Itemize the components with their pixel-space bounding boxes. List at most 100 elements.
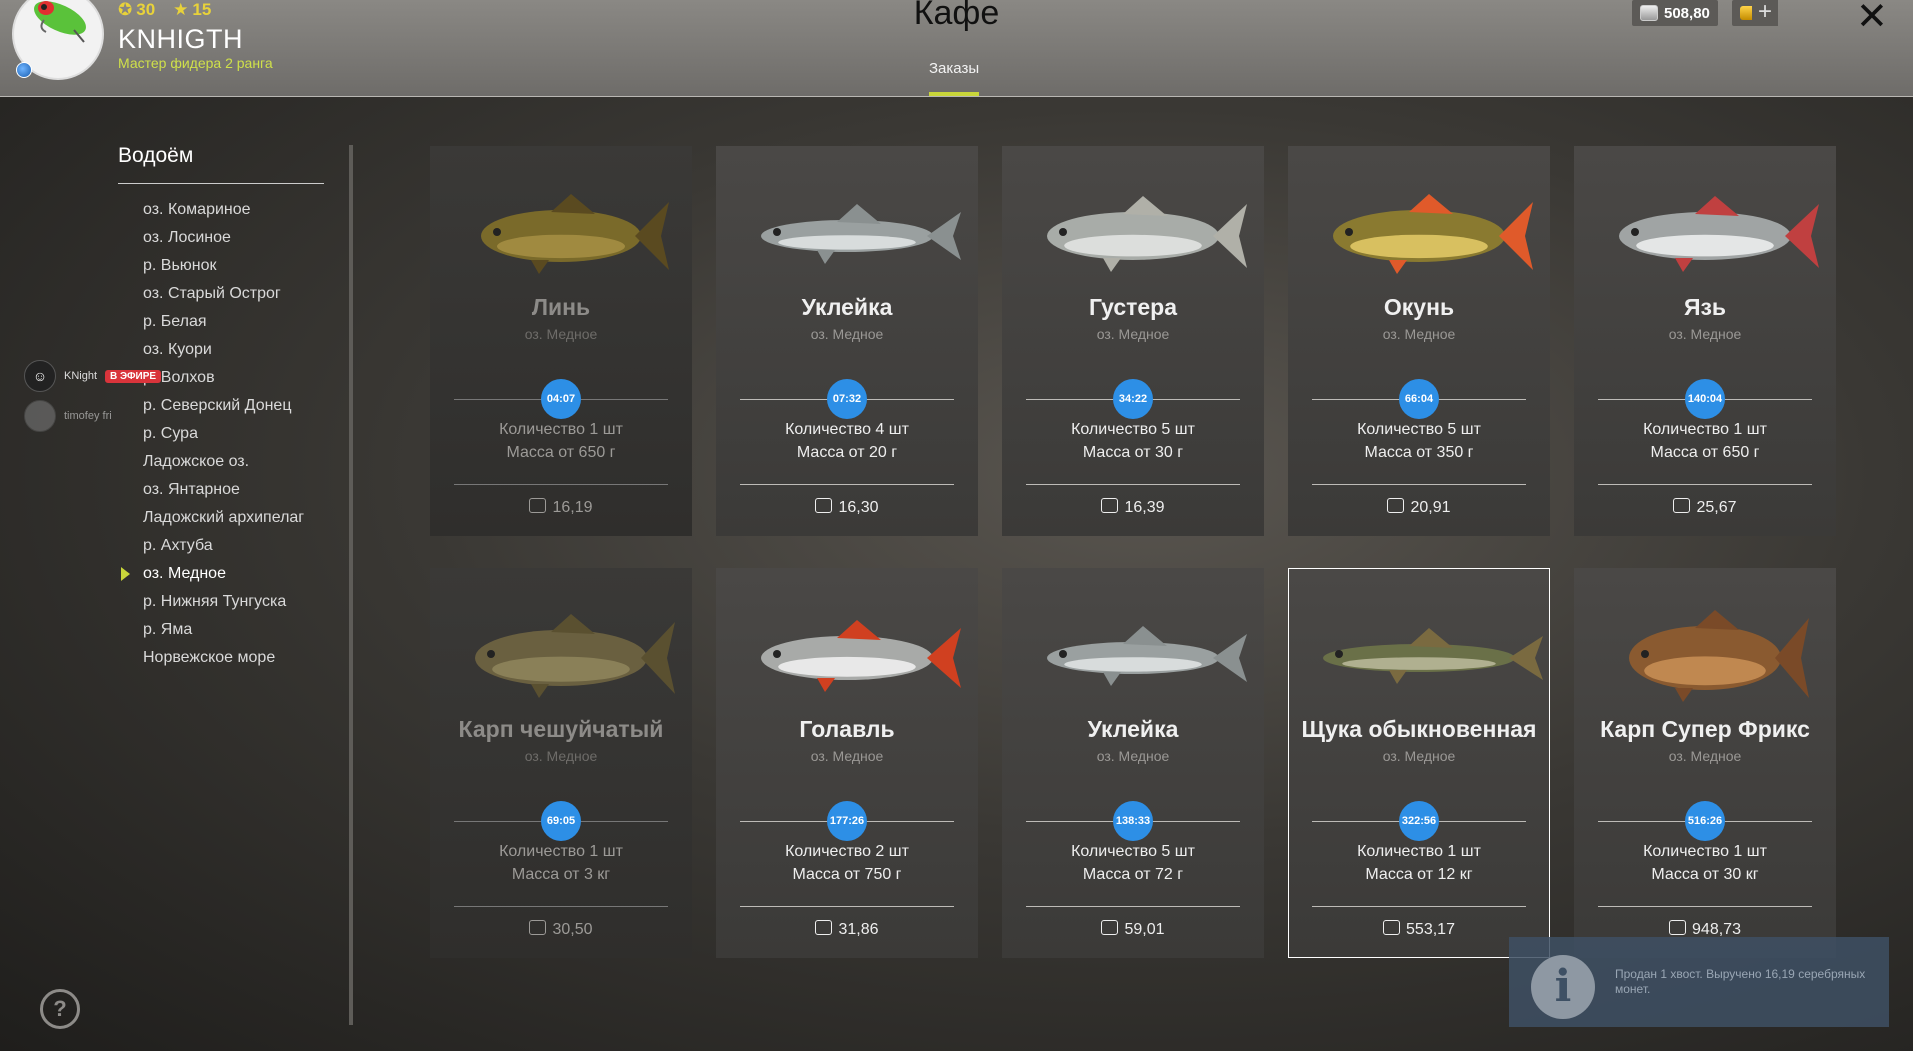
order-card[interactable]: Окунь оз. Медное 66:04 Количество 5 шт М… (1288, 146, 1550, 536)
sidebar-item[interactable]: р. Яма (143, 616, 304, 644)
fish-location: оз. Медное (1096, 748, 1170, 764)
reward-amount: 20,91 (1410, 499, 1451, 516)
reward-amount: 31,86 (838, 921, 879, 938)
sidebar-item[interactable]: оз. Янтарное (143, 476, 304, 504)
streamer-name: KNight (64, 370, 98, 382)
order-quantity: Количество 1 шт (1643, 843, 1767, 860)
silver-coin-icon (1673, 498, 1691, 513)
divider (1026, 906, 1240, 907)
sidebar-item[interactable]: р. Белая (143, 308, 304, 336)
order-card[interactable]: Карп чешуйчатый оз. Медное 69:05 Количес… (430, 568, 692, 958)
sidebar-item[interactable]: р. Сура (143, 420, 304, 448)
fish-location: оз. Медное (524, 326, 598, 342)
fish-name: Карп чешуйчатый (458, 716, 664, 742)
order-quantity: Количество 4 шт (785, 421, 909, 438)
fish-location: оз. Медное (1668, 326, 1742, 342)
fish-location: оз. Медное (810, 748, 884, 764)
fish-name: Линь (531, 294, 591, 320)
order-mass: Масса от 72 г (1082, 866, 1184, 883)
order-quantity: Количество 2 шт (785, 843, 909, 860)
reward-amount: 16,30 (838, 499, 879, 516)
streamer-name: timofey fri (64, 410, 112, 422)
live-badge: В ЭФИРЕ (105, 369, 162, 383)
silver-coin-icon (1383, 920, 1401, 935)
order-card[interactable]: Линь оз. Медное 04:07 Количество 1 шт Ма… (430, 146, 692, 536)
sidebar-item[interactable]: р. Нижняя Тунгуска (143, 588, 304, 616)
order-quantity: Количество 1 шт (1643, 421, 1767, 438)
fish-name: Голавль (799, 716, 895, 742)
order-quantity: Количество 1 шт (499, 843, 623, 860)
page-title: Кафе (913, 0, 1000, 32)
sidebar-item[interactable]: оз. Медное (143, 560, 304, 588)
divider (740, 906, 954, 907)
divider (454, 484, 668, 485)
order-quantity: Количество 1 шт (1357, 843, 1481, 860)
order-card[interactable]: Густера оз. Медное 34:22 Количество 5 шт… (1002, 146, 1264, 536)
fish-name: Язь (1683, 294, 1727, 320)
timer-badge: 69:05 (541, 801, 581, 841)
streamer-row[interactable]: ☺ KNight В ЭФИРЕ (24, 360, 162, 392)
tab-orders[interactable]: Заказы (929, 60, 979, 77)
fish-name: Окунь (1383, 294, 1455, 320)
sidebar-item[interactable]: р. Волхов (143, 364, 304, 392)
order-reward: 25,67 (1574, 498, 1836, 517)
silver-coin-icon (529, 498, 547, 513)
order-card[interactable]: Карп Супер Фрикс оз. Медное 516:26 Колич… (1574, 568, 1836, 958)
silver-balance: 508,80 (1632, 0, 1718, 26)
order-card[interactable]: Уклейка оз. Медное 138:33 Количество 5 ш… (1002, 568, 1264, 958)
silver-coin-icon (1387, 498, 1405, 513)
sidebar-item[interactable]: Ладожское оз. (143, 448, 304, 476)
sidebar-item[interactable]: р. Вьюнок (143, 252, 304, 280)
order-quantity: Количество 5 шт (1357, 421, 1481, 438)
fish-location: оз. Медное (1382, 326, 1456, 342)
timer-badge: 07:32 (827, 379, 867, 419)
order-quantity: Количество 1 шт (499, 421, 623, 438)
waterbody-list: оз. Комариное оз. Лосиное р. Вьюнок оз. Ста… (143, 196, 304, 672)
streamer-row[interactable]: timofey fri (24, 400, 112, 432)
order-mass: Масса от 350 г (1364, 444, 1474, 461)
sidebar-item[interactable]: Ладожский архипелаг (143, 504, 304, 532)
reward-amount: 16,19 (552, 499, 593, 516)
notification-toast[interactable]: i Продан 1 хвост. Выручено 16,19 серебря… (1509, 937, 1889, 1027)
sidebar-item[interactable]: оз. Комариное (143, 196, 304, 224)
order-card[interactable]: Язь оз. Медное 140:04 Количество 1 шт Ма… (1574, 146, 1836, 536)
order-mass: Масса от 30 г (1082, 444, 1184, 461)
timer-badge: 138:33 (1113, 801, 1153, 841)
fish-location: оз. Медное (1668, 748, 1742, 764)
sidebar-item[interactable]: р. Ахтуба (143, 532, 304, 560)
divider (740, 484, 954, 485)
order-card[interactable]: Щука обыкновенная оз. Медное 322:56 Коли… (1288, 568, 1550, 958)
sidebar-item[interactable]: Норвежское море (143, 644, 304, 672)
add-gold-button[interactable]: + (1752, 0, 1778, 26)
order-mass: Масса от 30 кг (1651, 866, 1759, 883)
scrollbar[interactable] (349, 145, 353, 1025)
sidebar-item[interactable]: оз. Старый Острог (143, 280, 304, 308)
order-card[interactable]: Уклейка оз. Медное 07:32 Количество 4 шт… (716, 146, 978, 536)
active-tab-indicator (929, 92, 979, 96)
order-card[interactable]: Голавль оз. Медное 177:26 Количество 2 ш… (716, 568, 978, 958)
help-icon[interactable]: ? (40, 989, 80, 1029)
fish-name: Уклейка (1087, 716, 1179, 742)
order-reward: 16,19 (430, 498, 692, 517)
order-reward: 16,30 (716, 498, 978, 517)
info-icon: i (1531, 955, 1595, 1019)
silver-amount: 508,80 (1664, 4, 1710, 22)
divider (118, 183, 324, 184)
reward-amount: 16,39 (1124, 499, 1165, 516)
order-mass: Масса от 20 г (796, 444, 898, 461)
sidebar-item[interactable]: оз. Лосиное (143, 224, 304, 252)
reward-amount: 59,01 (1124, 921, 1165, 938)
order-reward: 20,91 (1288, 498, 1550, 517)
close-icon[interactable]: ✕ (1856, 0, 1888, 39)
sidebar-item[interactable]: р. Северский Донец (143, 392, 304, 420)
timer-badge: 177:26 (827, 801, 867, 841)
sidebar-item[interactable]: оз. Куори (143, 336, 304, 364)
fish-location: оз. Медное (1096, 326, 1170, 342)
silver-coin-icon (529, 920, 547, 935)
silver-coin-icon (1640, 5, 1658, 21)
order-mass: Масса от 650 г (1650, 444, 1760, 461)
fish-name: Щука обыкновенная (1301, 716, 1537, 742)
divider (1312, 484, 1526, 485)
order-mass: Масса от 12 кг (1365, 866, 1473, 883)
order-mass: Масса от 750 г (792, 866, 902, 883)
